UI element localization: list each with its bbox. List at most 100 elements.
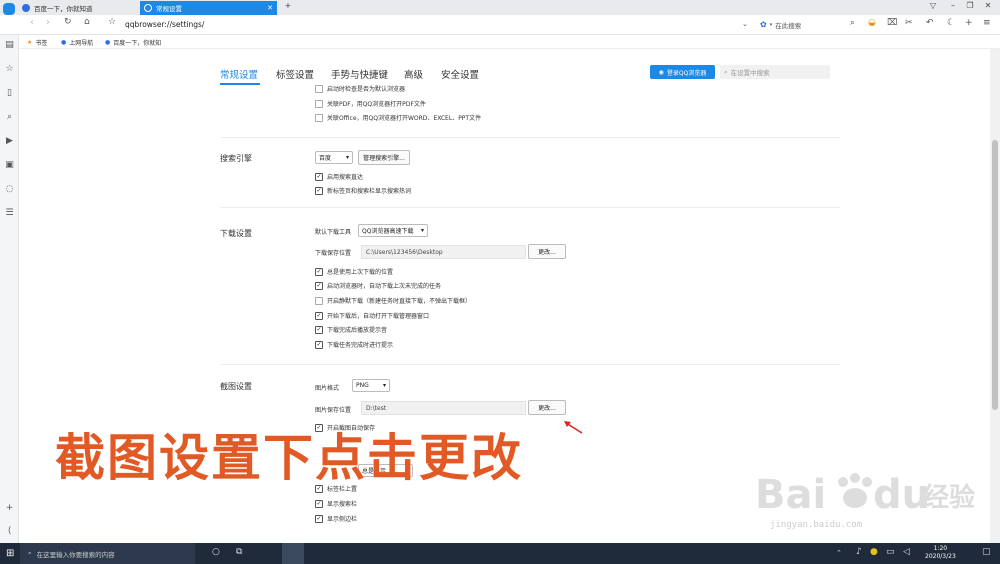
image-change-button[interactable]: 更改... <box>528 400 566 415</box>
screenshot-icon[interactable]: ⌧ <box>887 18 897 28</box>
checkbox-box[interactable]: ✓ <box>315 311 323 320</box>
checkbox-office[interactable]: 关联Office，用QQ浏览器打开WORD、EXCEL、PPT文件 <box>315 113 481 122</box>
tab-gestures-shortcuts[interactable]: 手势与快捷键 <box>331 67 388 81</box>
maximize-icon[interactable]: ❐ <box>962 1 978 10</box>
download-change-button[interactable]: 更改... <box>528 244 566 259</box>
checkbox-open-manager[interactable]: ✓ 开始下载后，自动打开下载管理器窗口 <box>315 311 429 320</box>
checkbox-box[interactable] <box>315 113 323 122</box>
tab-baidu[interactable]: 百度一下，你就知道 <box>18 1 136 15</box>
bookmark-item[interactable]: ● 上网导航 <box>61 38 93 47</box>
plus-icon[interactable]: + <box>965 18 973 28</box>
checkbox-box[interactable]: ✓ <box>315 172 323 181</box>
tab-title: 常规设置 <box>156 5 182 13</box>
checkbox-box[interactable]: ✓ <box>315 281 323 290</box>
checkbox-default-browser[interactable]: 启动时检查是否为默认浏览器 <box>315 84 405 93</box>
skin-icon[interactable]: ▽ <box>925 1 941 10</box>
section-title-download: 下载设置 <box>220 229 252 238</box>
download-path-field[interactable]: C:\Users\123456\Desktop <box>361 245 526 259</box>
task-view-icon[interactable]: ⧉ <box>236 547 242 557</box>
mic-icon[interactable]: ♪ <box>856 547 862 557</box>
back-icon[interactable]: ‹ <box>30 17 34 28</box>
checkbox-search-direct[interactable]: ✓ 启用搜索直达 <box>315 172 363 181</box>
download-tool-select[interactable]: QQ浏览器高速下载 ▾ <box>358 224 428 237</box>
tab-general-settings[interactable]: 常规设置 <box>220 67 258 81</box>
image-path-label: 图片保存位置 <box>315 407 352 414</box>
checkbox-pdf[interactable]: 关联PDF，用QQ浏览器打开PDF文件 <box>315 99 426 108</box>
chat-icon[interactable]: ◌ <box>4 184 15 194</box>
tab-tab-settings[interactable]: 标签设置 <box>276 67 314 81</box>
checkbox-box[interactable]: ✓ <box>315 499 323 508</box>
doc-icon[interactable]: ▣ <box>4 160 15 170</box>
new-tab-icon[interactable]: + <box>280 1 296 10</box>
search-icon[interactable]: ⌕ <box>850 18 855 28</box>
menu-icon[interactable]: ≡ <box>983 18 991 28</box>
checkbox-play-sound[interactable]: ✓ 下载完成后播放提示音 <box>315 325 387 334</box>
notes-icon[interactable]: ☰ <box>4 208 15 218</box>
cortana-icon[interactable]: ○ <box>212 547 220 557</box>
windows-start-icon[interactable]: ⊞ <box>6 548 14 559</box>
scissors-icon[interactable]: ✂ <box>905 18 913 28</box>
game-icon[interactable]: ◒ <box>868 18 876 28</box>
tab-security[interactable]: 安全设置 <box>441 67 479 81</box>
favorite-star-icon[interactable]: ☆ <box>108 17 116 27</box>
volume-icon[interactable]: ◁ <box>903 547 910 557</box>
taskbar-app-browser[interactable] <box>282 543 304 564</box>
checkbox-box[interactable]: ✓ <box>315 267 323 276</box>
tab-advanced[interactable]: 高级 <box>404 67 423 81</box>
checkbox-box[interactable] <box>315 296 323 305</box>
tray-arrow-icon[interactable]: ⌃ <box>836 549 842 557</box>
undo-icon[interactable]: ↶ <box>926 18 934 28</box>
night-mode-icon[interactable]: ☾ <box>947 18 955 28</box>
qq-browser-logo-icon[interactable] <box>3 3 15 15</box>
checkbox-label: 开启静默下载（新建任务时直接下载，不弹出下载框） <box>327 298 472 305</box>
login-button[interactable]: ◉ 登录QQ浏览器 <box>650 65 715 79</box>
checkbox-box[interactable] <box>315 84 323 93</box>
checkbox-show-sidebar[interactable]: ✓ 显示侧边栏 <box>315 514 357 523</box>
checkbox-box[interactable]: ✓ <box>315 186 323 195</box>
image-format-select[interactable]: PNG ▾ <box>352 379 390 392</box>
image-path-field[interactable]: D:\test <box>361 401 526 415</box>
checkbox-silent-download[interactable]: 开启静默下载（新建任务时直接下载，不弹出下载框） <box>315 296 471 305</box>
checkbox-last-location[interactable]: ✓ 总是使用上次下载的位置 <box>315 267 393 276</box>
add-icon[interactable]: + <box>4 503 15 513</box>
home-icon[interactable]: ⌂ <box>84 17 90 27</box>
forward-icon[interactable]: › <box>46 17 50 28</box>
checkbox-box[interactable] <box>315 99 323 108</box>
bookmark-item[interactable]: ● 百度一下，你就知 <box>105 38 161 47</box>
scrollbar-thumb[interactable] <box>992 140 998 410</box>
collapse-icon[interactable]: ⟨ <box>4 526 15 536</box>
url-text[interactable]: qqbrowser://settings/ <box>125 20 204 29</box>
search-rail-icon[interactable]: ⌕ <box>4 112 15 122</box>
bookmarks-button[interactable]: ★ 书签 <box>27 38 47 47</box>
battery-icon[interactable]: ▭ <box>886 547 895 557</box>
checkbox-hot-words[interactable]: ✓ 新标签页和搜索栏显示搜索热词 <box>315 186 411 195</box>
baidu-favicon-icon <box>22 4 30 12</box>
checkbox-box[interactable]: ✓ <box>315 325 323 334</box>
book-icon[interactable]: ▯ <box>4 88 15 98</box>
search-engine-select[interactable]: 百度 ▾ <box>315 151 353 164</box>
tray-app-icon[interactable]: ● <box>870 547 878 557</box>
refresh-icon[interactable]: ↻ <box>64 17 72 27</box>
checkbox-label: 下载任务完成时进行提示 <box>327 342 394 349</box>
paw-icon: ✿ <box>760 20 767 29</box>
settings-search-input[interactable]: ⌕ 在设置中搜索 <box>720 65 830 79</box>
tab-settings[interactable]: 常规设置 ✕ <box>140 1 277 15</box>
taskbar-search[interactable]: ⌕ 在这里输入你要搜索的内容 <box>20 543 195 564</box>
url-dropdown-icon[interactable]: ⌄ <box>742 20 748 28</box>
checkbox-show-searchbar[interactable]: ✓ 显示搜索栏 <box>315 499 357 508</box>
minimize-icon[interactable]: – <box>945 1 961 10</box>
star-icon[interactable]: ☆ <box>4 64 15 74</box>
taskbar-clock[interactable]: 1:20 2020/3/23 <box>925 545 956 561</box>
checkbox-notify-complete[interactable]: ✓ 下载任务完成时进行提示 <box>315 340 393 349</box>
reading-icon[interactable]: ▤ <box>4 40 15 50</box>
manage-search-engines-button[interactable]: 管理搜索引擎... <box>358 150 410 165</box>
close-tab-icon[interactable]: ✕ <box>267 4 273 12</box>
video-icon[interactable]: ▶ <box>4 136 15 146</box>
checkbox-box[interactable]: ✓ <box>315 340 323 349</box>
divider <box>220 364 840 365</box>
checkbox-box[interactable]: ✓ <box>315 514 323 523</box>
close-window-icon[interactable]: ✕ <box>980 1 996 10</box>
checkbox-resume-downloads[interactable]: ✓ 启动浏览器时，自动下载上次未完成的任务 <box>315 281 441 290</box>
notification-icon[interactable]: ▢ <box>982 547 991 557</box>
search-box[interactable]: ✿ ▾ 在此搜索 <box>760 18 850 31</box>
